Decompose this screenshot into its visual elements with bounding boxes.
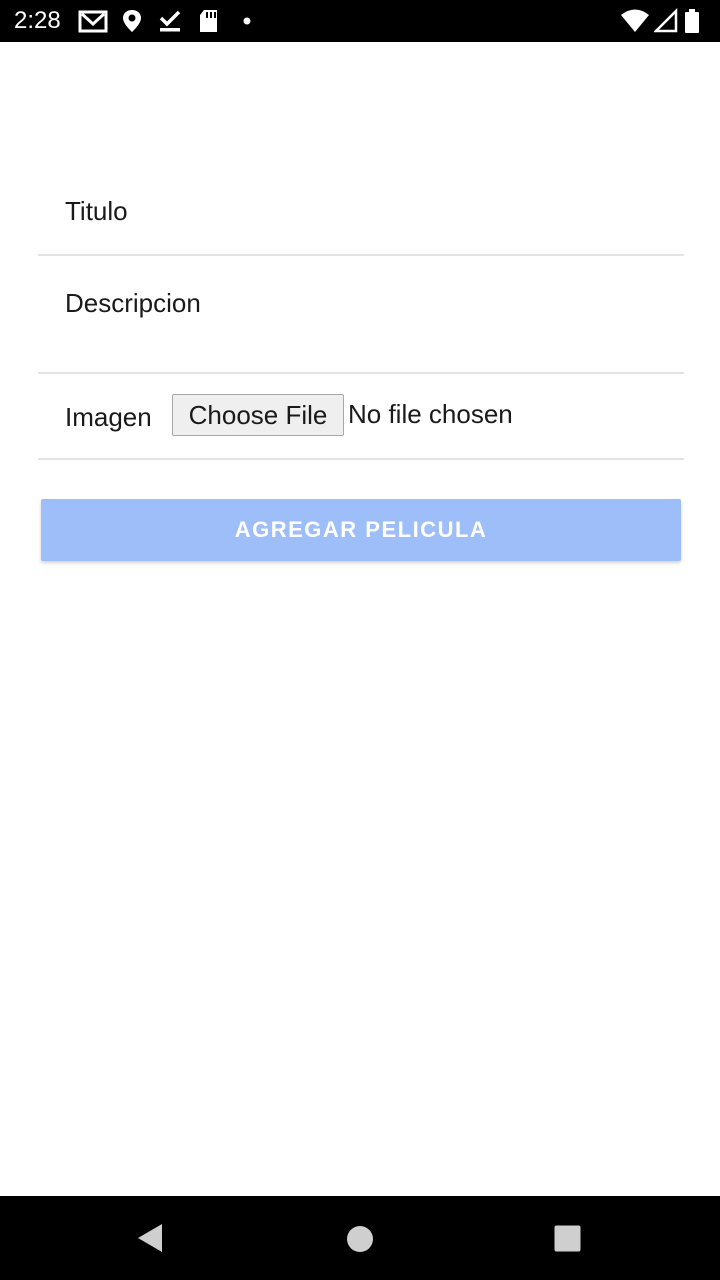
navigation-bar <box>0 1196 720 1280</box>
notification-dot-icon <box>242 8 252 39</box>
home-icon[interactable] <box>346 1225 374 1258</box>
wifi-icon <box>620 8 650 39</box>
status-system-icons <box>620 7 710 34</box>
gmail-icon <box>78 8 108 39</box>
titulo-field[interactable]: Titulo <box>38 154 684 256</box>
battery-icon <box>684 8 700 39</box>
imagen-field: Imagen Choose File No file chosen <box>38 374 684 460</box>
titulo-label: Titulo <box>65 196 128 226</box>
agregar-pelicula-button[interactable]: AGREGAR PELICULA <box>41 499 681 561</box>
descripcion-label: Descripcion <box>65 288 201 318</box>
cell-signal-icon <box>652 7 678 39</box>
descripcion-field[interactable]: Descripcion <box>38 256 684 374</box>
imagen-label: Imagen <box>65 402 152 432</box>
recents-icon[interactable] <box>554 1225 581 1257</box>
status-bar: 2:28 <box>0 0 720 42</box>
download-done-icon <box>158 8 182 39</box>
back-icon[interactable] <box>134 1222 166 1259</box>
status-time: 2:28 <box>14 7 61 34</box>
file-status-text: No file chosen <box>348 399 513 429</box>
choose-file-button[interactable]: Choose File <box>172 394 344 436</box>
sd-card-icon <box>198 8 220 39</box>
location-icon <box>122 8 142 39</box>
